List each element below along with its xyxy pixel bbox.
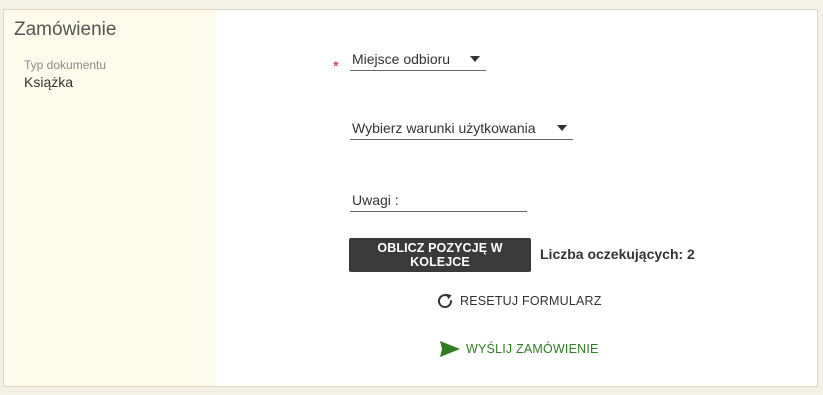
order-panel: Zamówienie Typ dokumentu Książka * Miejs… xyxy=(3,9,818,387)
notes-field[interactable]: Uwagi : xyxy=(350,188,527,212)
sidebar-title: Zamówienie xyxy=(14,19,117,40)
required-marker: * xyxy=(333,58,339,75)
usage-terms-label: Wybierz warunki użytkowania xyxy=(352,119,536,136)
doc-type-value: Książka xyxy=(24,74,74,90)
paper-plane-icon xyxy=(439,340,461,358)
queue-count: Liczba oczekujących: 2 xyxy=(540,246,695,262)
order-form: * Miejsce odbioru Wybierz warunki użytko… xyxy=(216,10,817,386)
doc-type-label: Typ dokumentu xyxy=(24,58,107,72)
pickup-place-select[interactable]: Miejsce odbioru xyxy=(350,47,486,71)
pickup-place-label: Miejsce odbioru xyxy=(352,50,451,67)
refresh-icon xyxy=(436,292,454,310)
caret-down-icon xyxy=(557,124,567,131)
send-order-button[interactable]: WYŚLIJ ZAMÓWIENIE xyxy=(439,340,599,358)
caret-down-icon xyxy=(470,55,480,62)
reset-form-label: RESETUJ FORMULARZ xyxy=(460,294,602,308)
usage-terms-select[interactable]: Wybierz warunki użytkowania xyxy=(350,116,573,140)
reset-form-button[interactable]: RESETUJ FORMULARZ xyxy=(436,292,602,310)
send-order-label: WYŚLIJ ZAMÓWIENIE xyxy=(466,342,599,356)
calc-queue-button[interactable]: OBLICZ POZYCJĘ W KOLEJCE xyxy=(349,238,531,272)
sidebar: Zamówienie Typ dokumentu Książka xyxy=(4,10,216,386)
notes-label: Uwagi : xyxy=(352,191,399,208)
